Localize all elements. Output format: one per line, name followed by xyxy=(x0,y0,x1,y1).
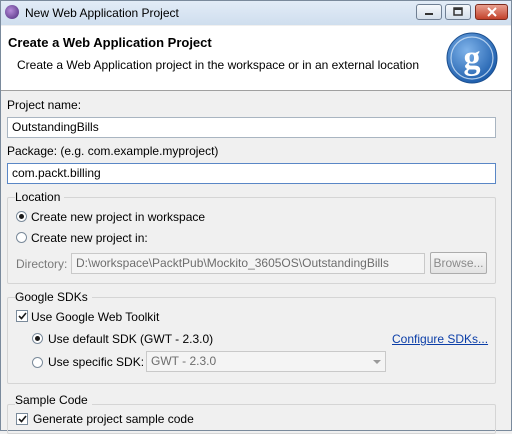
svg-text:g: g xyxy=(464,40,481,77)
directory-label: Directory: xyxy=(16,257,68,271)
specific-sdk-value: GWT - 2.3.0 xyxy=(151,354,217,368)
project-name-field[interactable]: OutstandingBills xyxy=(7,117,496,138)
eclipse-icon xyxy=(5,5,19,19)
specific-sdk-select[interactable]: GWT - 2.3.0 xyxy=(146,351,386,372)
default-sdk-label: Use default SDK (GWT - 2.3.0) xyxy=(48,332,214,346)
directory-field[interactable]: D:\workspace\PacktPub\Mockito_3605OS\Out… xyxy=(71,253,425,274)
maximize-button[interactable] xyxy=(445,4,471,20)
browse-button[interactable]: Browse... xyxy=(430,252,487,274)
configure-sdks-link[interactable]: Configure SDKs... xyxy=(392,332,488,346)
radio-create-in-location[interactable] xyxy=(16,232,27,243)
banner-description: Create a Web Application project in the … xyxy=(17,58,420,72)
banner-title: Create a Web Application Project xyxy=(8,35,212,50)
location-group-title: Location xyxy=(15,190,65,204)
package-label: Package: (e.g. com.example.myproject) xyxy=(7,144,219,158)
generate-sample-checkbox[interactable] xyxy=(16,413,28,425)
google-g-icon: g xyxy=(446,32,498,84)
checkmark-icon xyxy=(18,312,27,320)
generate-sample-label: Generate project sample code xyxy=(33,412,194,426)
checkmark-icon xyxy=(18,415,27,423)
project-name-label: Project name: xyxy=(7,98,82,112)
google-sdks-group-title: Google SDKs xyxy=(15,290,92,304)
radio-specific-sdk[interactable] xyxy=(32,357,43,368)
radio-create-in-workspace[interactable] xyxy=(16,211,27,222)
specific-sdk-label: Use specific SDK: xyxy=(48,355,145,369)
create-in-location-label: Create new project in: xyxy=(31,231,148,245)
sample-code-group-title: Sample Code xyxy=(15,393,92,407)
use-gwt-checkbox[interactable] xyxy=(16,310,28,322)
create-in-workspace-label: Create new project in workspace xyxy=(31,210,206,224)
window-title: New Web Application Project xyxy=(25,6,179,20)
close-icon xyxy=(486,7,497,17)
chevron-down-icon xyxy=(373,360,381,364)
minimize-icon xyxy=(425,13,433,15)
package-field[interactable]: com.packt.billing xyxy=(7,163,496,184)
radio-default-sdk[interactable] xyxy=(32,333,43,344)
minimize-button[interactable] xyxy=(416,4,442,20)
maximize-icon xyxy=(453,7,463,16)
close-button[interactable] xyxy=(475,4,508,20)
use-gwt-label: Use Google Web Toolkit xyxy=(31,310,160,324)
